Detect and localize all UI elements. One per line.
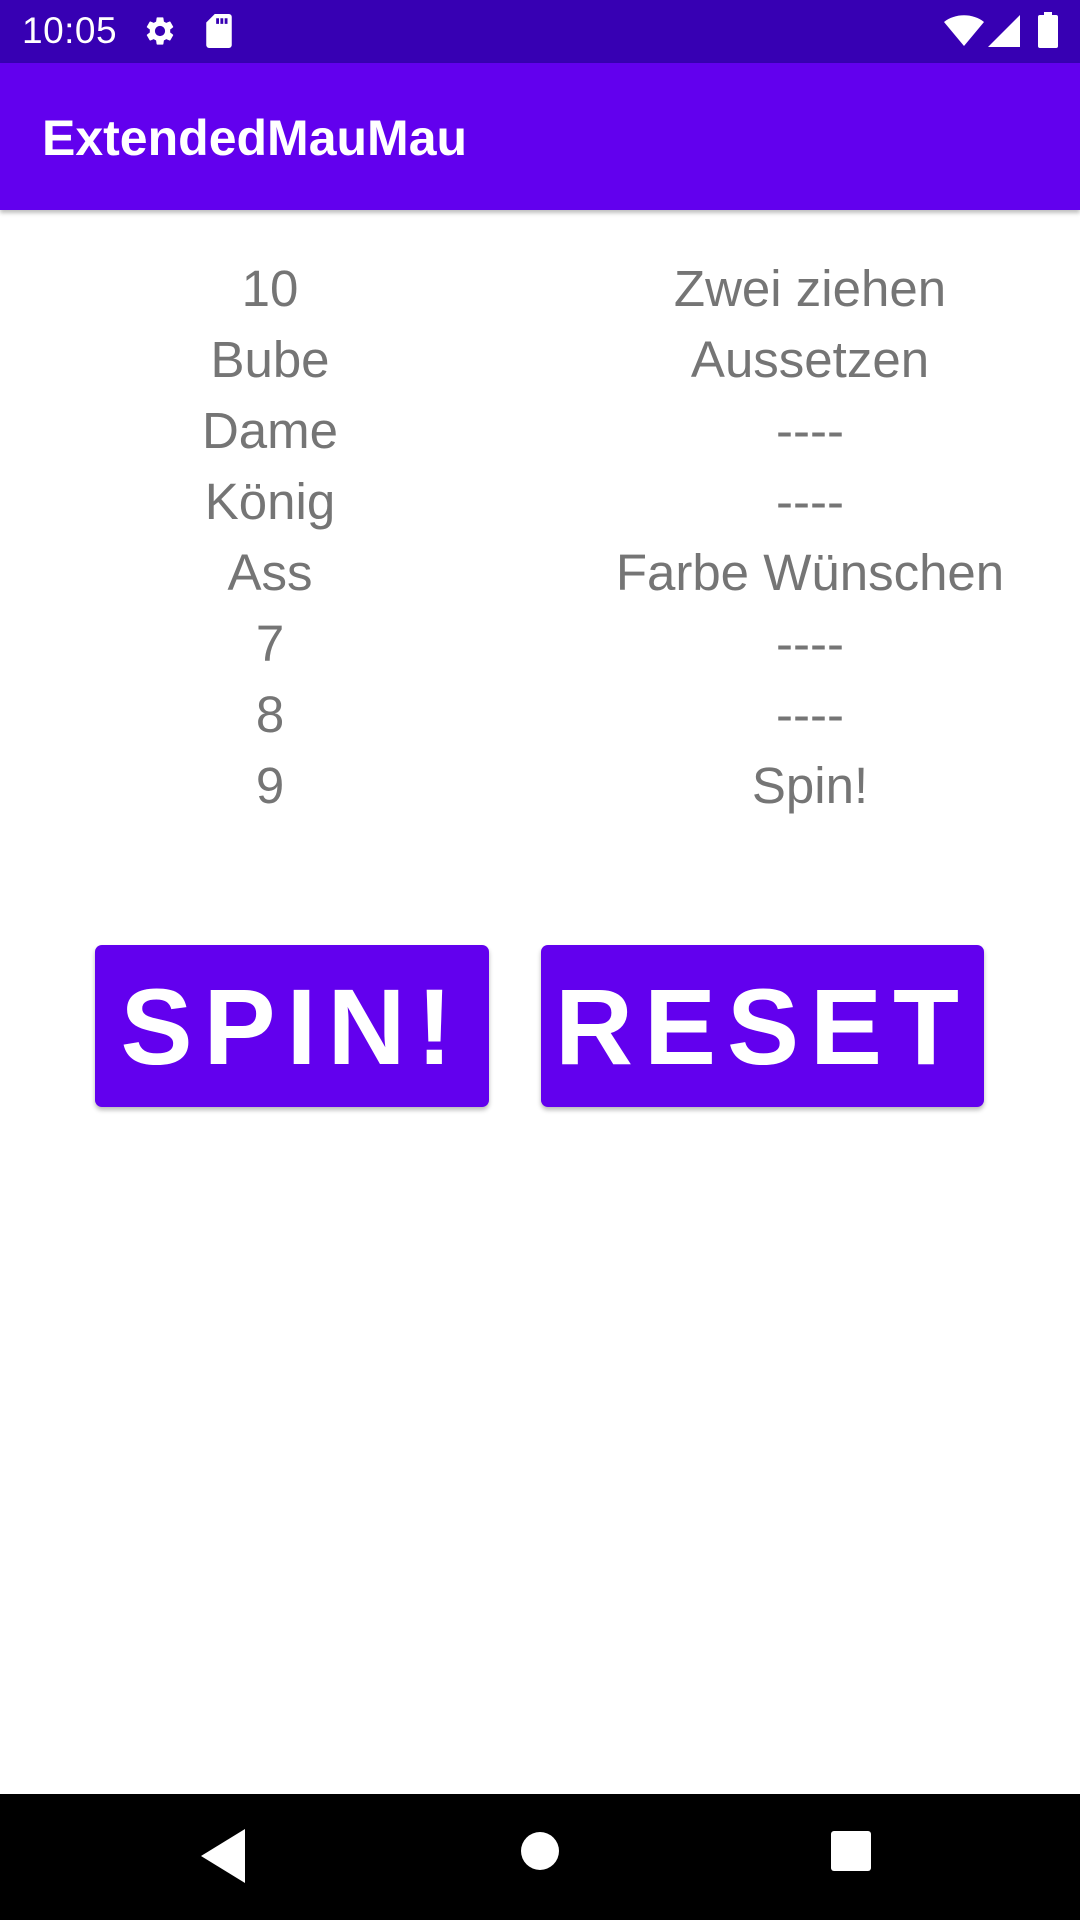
card-item: 10 [241,260,299,317]
card-item: Bube [210,331,330,388]
back-icon[interactable] [199,1826,247,1886]
status-time: 10:05 [22,10,118,51]
effect-item: ---- [776,686,844,743]
reset-button[interactable]: RESET [541,945,984,1107]
effect-item: Farbe Wünschen [615,544,1005,601]
card-item: König [204,473,336,530]
app-bar: ExtendedMauMau [0,63,1080,210]
effect-item: Aussetzen [690,331,930,388]
recents-icon[interactable] [831,1831,871,1871]
spin-button[interactable]: SPIN! [95,945,489,1107]
card-item: Dame [201,402,339,459]
wifi-icon [944,15,984,46]
signal-icon [988,15,1020,47]
effect-item: ---- [776,615,844,672]
gear-icon [146,17,174,45]
battery-icon [1038,12,1058,48]
navigation-bar [0,1794,1080,1920]
card-item: 8 [255,686,285,743]
card-item: 9 [255,757,285,814]
effect-item: ---- [776,473,844,530]
home-icon[interactable] [520,1831,560,1871]
effect-item: Zwei ziehen [673,260,947,317]
card-item: Ass [227,544,313,601]
app-title: ExtendedMauMau [42,110,468,166]
card-item: 7 [255,615,285,672]
effect-item: Spin! [751,757,869,814]
card-list: 10 Bube Dame König Ass 7 8 9 [0,253,540,821]
sd-card-icon [206,14,232,48]
effect-list: Zwei ziehen Aussetzen ---- ---- Farbe Wü… [540,253,1080,821]
status-bar: 10:05 [0,0,1080,63]
effect-item: ---- [776,402,844,459]
